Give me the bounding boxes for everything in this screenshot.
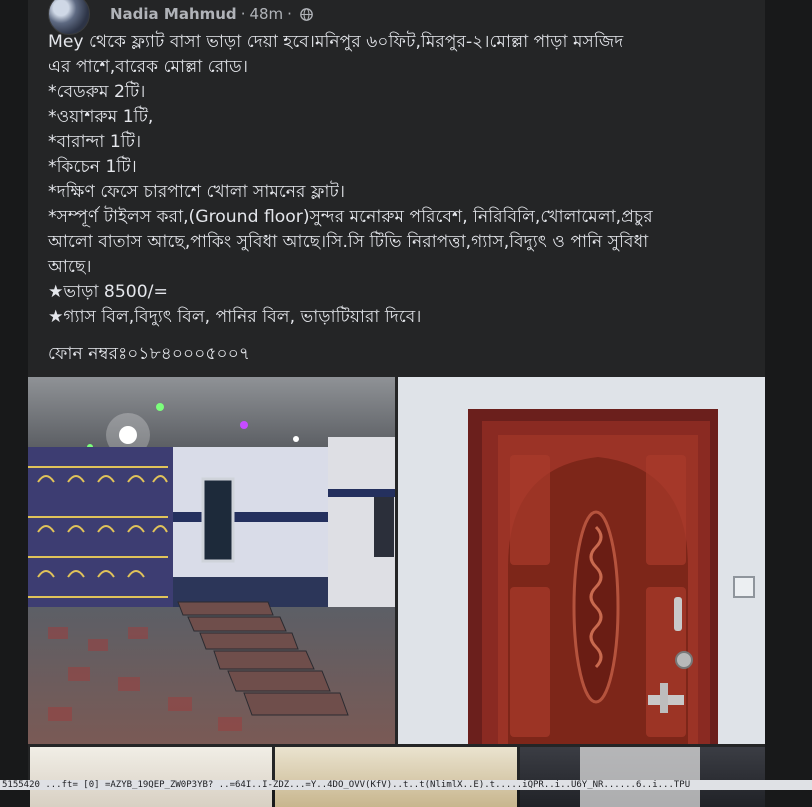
post-line: এর পাশে,বারেক মোল্লা রোড। bbox=[48, 57, 248, 77]
post-text: Mey থেকে ফ্ল্যাট বাসা ভাড়া দেয়া হবে।মন… bbox=[48, 30, 748, 367]
post-line: *সম্পূর্ণ টাইলস করা,(Ground floor)সুন্দর… bbox=[48, 207, 653, 227]
post-line: *বারান্দা 1টি। bbox=[48, 132, 142, 152]
room-photo-3-illustration bbox=[580, 747, 700, 807]
left-gutter bbox=[0, 0, 28, 790]
author-line: Nadia Mahmud · 48m · bbox=[110, 5, 313, 23]
phone-number: ফোন নম্বরঃ০১৮৪০০০৫০০৭ bbox=[48, 344, 251, 364]
room-photo-2[interactable] bbox=[275, 747, 517, 807]
post-time[interactable]: 48m bbox=[249, 5, 283, 23]
post-line: *কিচেন 1টি। bbox=[48, 157, 137, 177]
post-line: Mey থেকে ফ্ল্যাট বাসা ভাড়া দেয়া হবে।মন… bbox=[48, 32, 624, 52]
post-line: আলো বাতাস আছে,পাকিং সুবিধা আছে।সি.সি টিভ… bbox=[48, 232, 649, 252]
right-gutter bbox=[765, 0, 812, 790]
post-line: ★ভাড়া 8500/= bbox=[48, 282, 168, 302]
post-line: *বেডরুম 2টি। bbox=[48, 82, 146, 102]
post-line: ★গ্যাস বিল,বিদ্যুৎ বিল, পানির বিল, ভাড়া… bbox=[48, 307, 422, 327]
author-name[interactable]: Nadia Mahmud bbox=[110, 5, 237, 23]
post-card: Nadia Mahmud · 48m · Mey থেকে ফ্ল্যাট বা… bbox=[28, 0, 765, 807]
post-header: Nadia Mahmud · 48m · bbox=[48, 0, 313, 35]
separator-dot: · bbox=[240, 5, 246, 23]
door-photo-illustration bbox=[398, 377, 765, 744]
entrance-photo[interactable] bbox=[28, 377, 395, 744]
entrance-photo-illustration bbox=[28, 377, 395, 744]
globe-icon[interactable] bbox=[300, 7, 313, 21]
status-url-bar: 5155420 ...ft= [0] =AZYB_19QEP_ZW0P3YB? … bbox=[0, 780, 812, 790]
separator-dot-2: · bbox=[287, 5, 292, 23]
room-photo-3[interactable] bbox=[520, 747, 765, 807]
post-line: *দক্ষিণ ফেসে চারপাশে খোলা সামনের ফ্লাট। bbox=[48, 182, 345, 202]
post-line: *ওয়াশরুম 1টি, bbox=[48, 107, 154, 127]
door-photo[interactable] bbox=[398, 377, 765, 744]
post-line: আছে। bbox=[48, 257, 92, 277]
room-photo-1[interactable] bbox=[30, 747, 272, 807]
